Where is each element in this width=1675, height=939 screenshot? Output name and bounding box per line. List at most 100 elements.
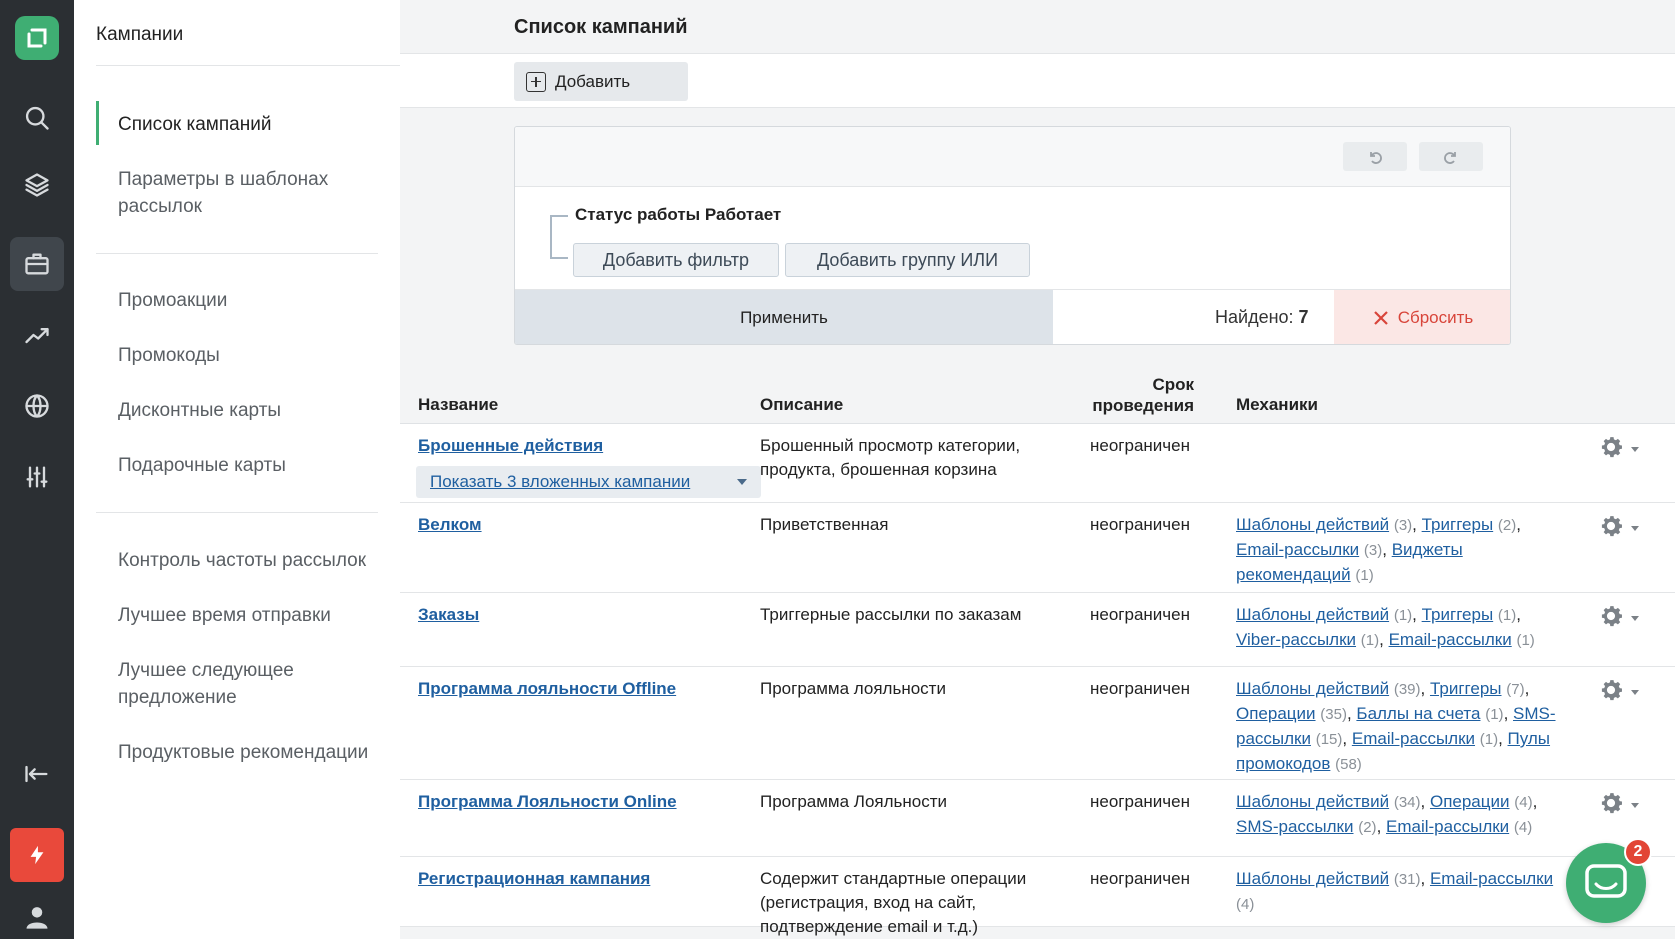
mechanic-link[interactable]: Email-рассылки (1389, 630, 1512, 649)
found-value: 7 (1298, 307, 1309, 327)
table-body: Брошенные действия Брошенный просмотр кат… (400, 424, 1675, 936)
mechanic-link[interactable]: Шаблоны действий (1236, 515, 1389, 534)
search-icon[interactable] (10, 91, 64, 145)
mechanic-link[interactable]: Шаблоны действий (1236, 869, 1389, 888)
filter-condition[interactable]: Статус работы Работает (575, 205, 781, 225)
mechanic-count: (31) (1393, 871, 1421, 888)
filter-actions: Применить Найдено: 7 Сбросить (515, 289, 1510, 344)
user-icon[interactable] (10, 890, 64, 939)
mechanic-link[interactable]: Email-рассылки (1386, 817, 1509, 836)
sidebar-item-product-recommendations[interactable]: Продуктовые рекомендации (118, 739, 408, 766)
sidebar-item-promo-codes[interactable]: Промокоды (118, 342, 388, 369)
sidebar-item-next-best-offer[interactable]: Лучшее следующее предложение (118, 657, 388, 711)
row-settings-menu[interactable] (1597, 790, 1647, 820)
gear-icon (1597, 602, 1625, 635)
gear-icon (1597, 789, 1625, 822)
mechanic-link[interactable]: Шаблоны действий (1236, 792, 1389, 811)
mechanic-link[interactable]: SMS-рассылки (1236, 817, 1353, 836)
mechanic-link[interactable]: Viber-рассылки (1236, 630, 1356, 649)
sidebar-item-gift-cards[interactable]: Подарочные карты (118, 452, 388, 479)
sidebar-item-best-send-time[interactable]: Лучшее время отправки (118, 602, 388, 629)
mechanic-link[interactable]: Операции (1236, 704, 1316, 723)
mechanic-link[interactable]: Email-рассылки (1430, 869, 1553, 888)
globe-icon[interactable] (10, 379, 64, 433)
campaign-period: неограничен (1090, 605, 1190, 624)
mechanic-link[interactable]: Шаблоны действий (1236, 605, 1389, 624)
row-settings-menu[interactable] (1597, 513, 1647, 543)
chat-notification-badge: 2 (1624, 838, 1652, 866)
campaign-description: Приветственная (760, 515, 889, 534)
collapse-icon[interactable] (10, 747, 64, 801)
campaign-mechanics: Шаблоны действий (34), Операции (4), SMS… (1236, 792, 1538, 836)
campaign-table: Название Описание Срок проведения Механи… (400, 366, 1675, 936)
mechanic-link[interactable]: Баллы на счета (1356, 704, 1480, 723)
main-content: Список кампаний Добавить Статус работы Р… (400, 0, 1675, 939)
row-settings-menu[interactable] (1597, 434, 1647, 464)
mechanic-link[interactable]: Триггеры (1422, 605, 1494, 624)
campaign-mechanics: Шаблоны действий (39), Триггеры (7), Опе… (1236, 679, 1556, 773)
sidebar-item-campaign-list[interactable]: Список кампаний (118, 111, 388, 138)
mechanic-link[interactable]: Триггеры (1422, 515, 1494, 534)
mechanic-link[interactable]: Триггеры (1430, 679, 1502, 698)
add-or-group-button[interactable]: Добавить группу ИЛИ (785, 243, 1030, 277)
column-header-period[interactable]: Срок проведения (1068, 374, 1194, 416)
redo-icon[interactable] (1419, 142, 1483, 171)
mechanic-link[interactable]: Email-рассылки (1236, 540, 1359, 559)
gear-icon (1597, 512, 1625, 545)
campaign-description: Брошенный просмотр категории, продукта, … (760, 436, 1021, 479)
sidebar-item-frequency-control[interactable]: Контроль частоты рассылок (118, 547, 388, 574)
active-indicator (96, 101, 99, 145)
mechanic-count: (7) (1506, 681, 1525, 698)
sidebar-item-discount-cards[interactable]: Дисконтные карты (118, 397, 388, 424)
found-count: Найдено: 7 (1215, 307, 1309, 328)
row-settings-menu[interactable] (1597, 603, 1647, 633)
show-nested-campaigns-button[interactable]: Показать 3 вложенных кампании (416, 466, 761, 498)
trend-icon[interactable] (10, 308, 64, 362)
campaign-period: неограничен (1090, 869, 1190, 888)
toolbar: Добавить (400, 53, 1675, 108)
divider (96, 65, 400, 66)
sidebar-item-template-params[interactable]: Параметры в шаблонах рассылок (118, 166, 388, 220)
table-header: Название Описание Срок проведения Механи… (400, 366, 1675, 424)
section-sidebar: Кампании Список кампаний Параметры в шаб… (74, 0, 400, 939)
table-row: Брошенные действия Брошенный просмотр кат… (400, 424, 1675, 503)
flash-icon[interactable] (10, 828, 64, 882)
mechanic-count: (39) (1393, 681, 1421, 698)
campaign-name-link[interactable]: Брошенные действия (418, 434, 603, 458)
campaign-period: неограничен (1090, 515, 1190, 534)
sliders-icon[interactable] (10, 450, 64, 504)
campaign-description: Триггерные рассылки по заказам (760, 605, 1022, 624)
sidebar-item-promo-actions[interactable]: Промоакции (118, 287, 388, 314)
campaign-period: неограничен (1090, 679, 1190, 698)
app-rail (0, 0, 74, 939)
campaign-name-link[interactable]: Программа Лояльности Online (418, 790, 677, 814)
undo-icon[interactable] (1343, 142, 1407, 171)
filter-group-bracket (550, 215, 568, 259)
briefcase-icon[interactable] (10, 237, 64, 291)
add-filter-button[interactable]: Добавить фильтр (573, 243, 779, 277)
add-campaign-button[interactable]: Добавить (514, 62, 688, 101)
apply-button[interactable]: Применить (515, 290, 1053, 344)
row-settings-menu[interactable] (1597, 677, 1647, 707)
logo-icon[interactable] (15, 16, 59, 60)
layers-icon[interactable] (10, 158, 64, 212)
column-header-name[interactable]: Название (418, 395, 498, 415)
mechanic-link[interactable]: Email-рассылки (1352, 729, 1475, 748)
mechanic-count: (4) (1514, 794, 1533, 811)
found-label: Найдено: (1215, 307, 1294, 327)
reset-button[interactable]: Сбросить (1334, 290, 1510, 344)
campaign-period: неограничен (1090, 436, 1190, 455)
campaign-description: Содержит стандартные операции (регистрац… (760, 869, 1027, 936)
mechanic-count: (1) (1360, 632, 1380, 649)
mechanic-count: (3) (1393, 517, 1413, 534)
plus-icon (526, 71, 546, 92)
campaign-name-link[interactable]: Заказы (418, 603, 479, 627)
campaign-name-link[interactable]: Программа лояльности Offline (418, 677, 676, 701)
campaign-name-link[interactable]: Велком (418, 513, 482, 537)
campaign-name-link[interactable]: Регистрационная кампания (418, 867, 650, 891)
chevron-down-icon (1631, 689, 1639, 695)
mechanic-link[interactable]: Шаблоны действий (1236, 679, 1389, 698)
filter-history-bar (515, 127, 1510, 187)
mechanic-link[interactable]: Операции (1430, 792, 1510, 811)
mechanic-count: (3) (1363, 542, 1383, 559)
